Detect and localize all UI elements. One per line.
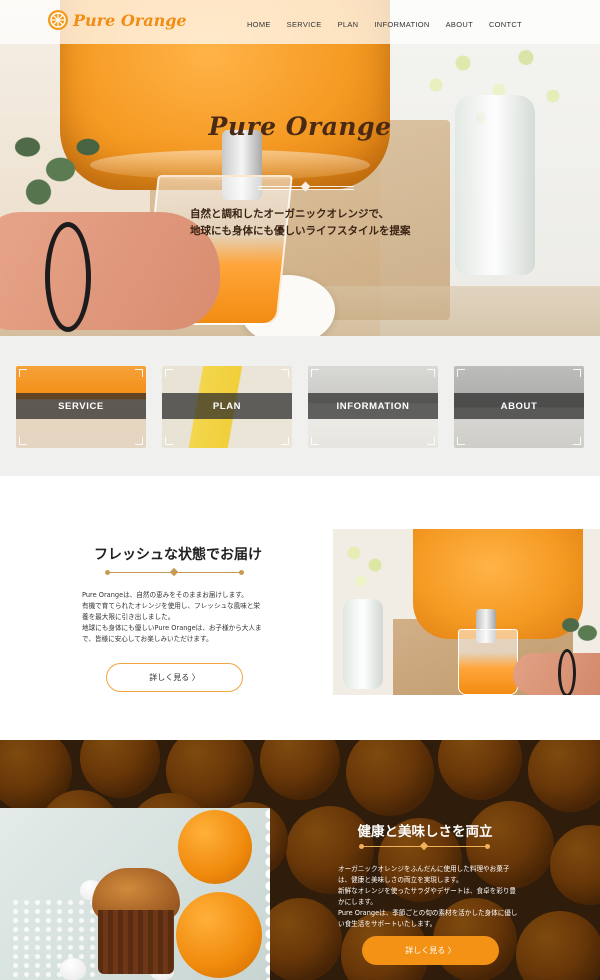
corner-mark [427,369,435,377]
fresh-body-line: Pure Orangeは、自然の恵みをそのままお届けします。 [82,591,248,599]
hero-section: Pure Orange 自然と調和したオーガニックオレンジで、 地球にも身体にも… [0,0,600,336]
fresh-photo-wristband [558,649,576,695]
hero-hand-image [0,212,220,330]
health-photo-orange [178,810,252,884]
corner-mark [573,437,581,445]
site-header: Pure Orange HOME SERVICE PLAN INFORMATIO… [0,0,600,44]
tile-label-band: SERVICE [16,393,146,419]
hero-title: Pure Orange [208,112,392,141]
corner-mark [311,369,319,377]
tile-information[interactable]: INFORMATION [308,366,438,448]
bread-paper-cup [98,910,174,974]
tile-label-band: INFORMATION [308,393,438,419]
tile-label-band: PLAN [162,393,292,419]
fresh-photo-cup [458,629,518,695]
health-body-line: い食生活をサポートいたします。 [338,920,437,928]
health-photo-scallop-edge [262,808,270,980]
corner-mark [281,369,289,377]
corner-mark [135,437,143,445]
health-body-line: は、健康と美味しさの両立を実現します。 [338,876,463,884]
corner-mark [135,369,143,377]
site-logo[interactable]: Pure Orange [48,10,187,30]
tile-about[interactable]: ABOUT [454,366,584,448]
corner-mark [457,369,465,377]
corner-mark [19,437,27,445]
fresh-photo [333,529,600,695]
nav-plan[interactable]: PLAN [338,20,359,29]
health-photo-meringue [60,958,86,980]
main-nav: HOME SERVICE PLAN INFORMATION ABOUT CONT… [247,20,522,29]
corner-mark [573,369,581,377]
fresh-title: フレッシュな状態でお届け [94,547,262,563]
fresh-ornament-divider [105,570,242,575]
health-photo-bread [92,868,180,978]
corner-mark [165,437,173,445]
fresh-more-button[interactable]: 詳しく見る 〉 [106,663,243,692]
nav-information[interactable]: INFORMATION [374,20,429,29]
tile-label-band: ABOUT [454,393,584,419]
health-more-button[interactable]: 詳しく見る 〉 [362,936,499,965]
corner-mark [19,369,27,377]
hero-ornament-divider [258,186,354,190]
hero-copy-line: 自然と調和したオーガニックオレンジで、 [190,208,390,220]
fresh-section: フレッシュな状態でお届け Pure Orangeは、自然の恵みをそのままお届けし… [0,476,600,740]
logo-text: Pure Orange [73,10,187,30]
corner-mark [281,437,289,445]
health-title: 健康と美味しさを両立 [357,824,493,840]
tile-plan[interactable]: PLAN [162,366,292,448]
corner-mark [311,437,319,445]
corner-mark [165,369,173,377]
fresh-body-line: 有機で育てられたオレンジを使用し、フレッシュな風味と栄 [82,602,261,610]
fresh-body-line: 地球にも身体にも優しいPure Orangeは、お子様から大人ま [82,624,262,632]
tile-label: SERVICE [58,400,104,412]
hero-headline: Pure Orange [0,112,600,141]
health-body-line: 新鮮なオレンジを使ったサラダやデザートは、食卓を彩り豊 [338,887,517,895]
corner-mark [457,437,465,445]
health-ornament-divider [359,844,488,849]
fresh-photo-leaves [558,609,600,649]
category-tiles: SERVICE PLAN INFORMATION ABOUT [0,336,600,476]
hero-wristband-image [45,222,91,332]
nav-contact[interactable]: CONTCT [489,20,522,29]
fresh-photo-flowers [333,529,403,609]
fresh-photo-hand [513,653,600,695]
tile-service[interactable]: SERVICE [16,366,146,448]
tile-label: INFORMATION [336,400,410,412]
nav-service[interactable]: SERVICE [287,20,322,29]
fresh-photo-vase [343,599,383,689]
nav-home[interactable]: HOME [247,20,271,29]
health-section: 健康と美味しさを両立 オーガニックオレンジをふんだんに使用した料理やお菓子 は、… [0,740,600,980]
hero-copy: 自然と調和したオーガニックオレンジで、 地球にも身体にも優しいライフスタイルを提… [190,206,450,240]
health-body-line: オーガニックオレンジをふんだんに使用した料理やお菓子 [338,865,510,873]
health-body-line: かにします。 [338,898,377,906]
tile-label: PLAN [212,400,242,412]
health-photo-sprinkles [10,898,100,978]
health-body: オーガニックオレンジをふんだんに使用した料理やお菓子 は、健康と美味しさの両立を… [338,864,524,930]
health-photo [0,808,270,980]
fresh-body-line: で、皆様に安心してお楽しみいただけます。 [82,635,213,643]
fresh-body-line: 養を最大限に引き出しました。 [82,613,175,621]
fresh-body: Pure Orangeは、自然の恵みをそのままお届けします。 有機で育てられたオ… [82,590,272,645]
nav-about[interactable]: ABOUT [446,20,473,29]
health-photo-orange [176,892,262,978]
corner-mark [427,437,435,445]
tile-label: ABOUT [500,400,538,412]
orange-slice-icon [48,10,68,30]
health-body-line: Pure Orangeは、季節ごとの旬の素材を活かした身体に優し [338,909,518,917]
hero-copy-line: 地球にも身体にも優しいライフスタイルを提案 [190,225,411,237]
